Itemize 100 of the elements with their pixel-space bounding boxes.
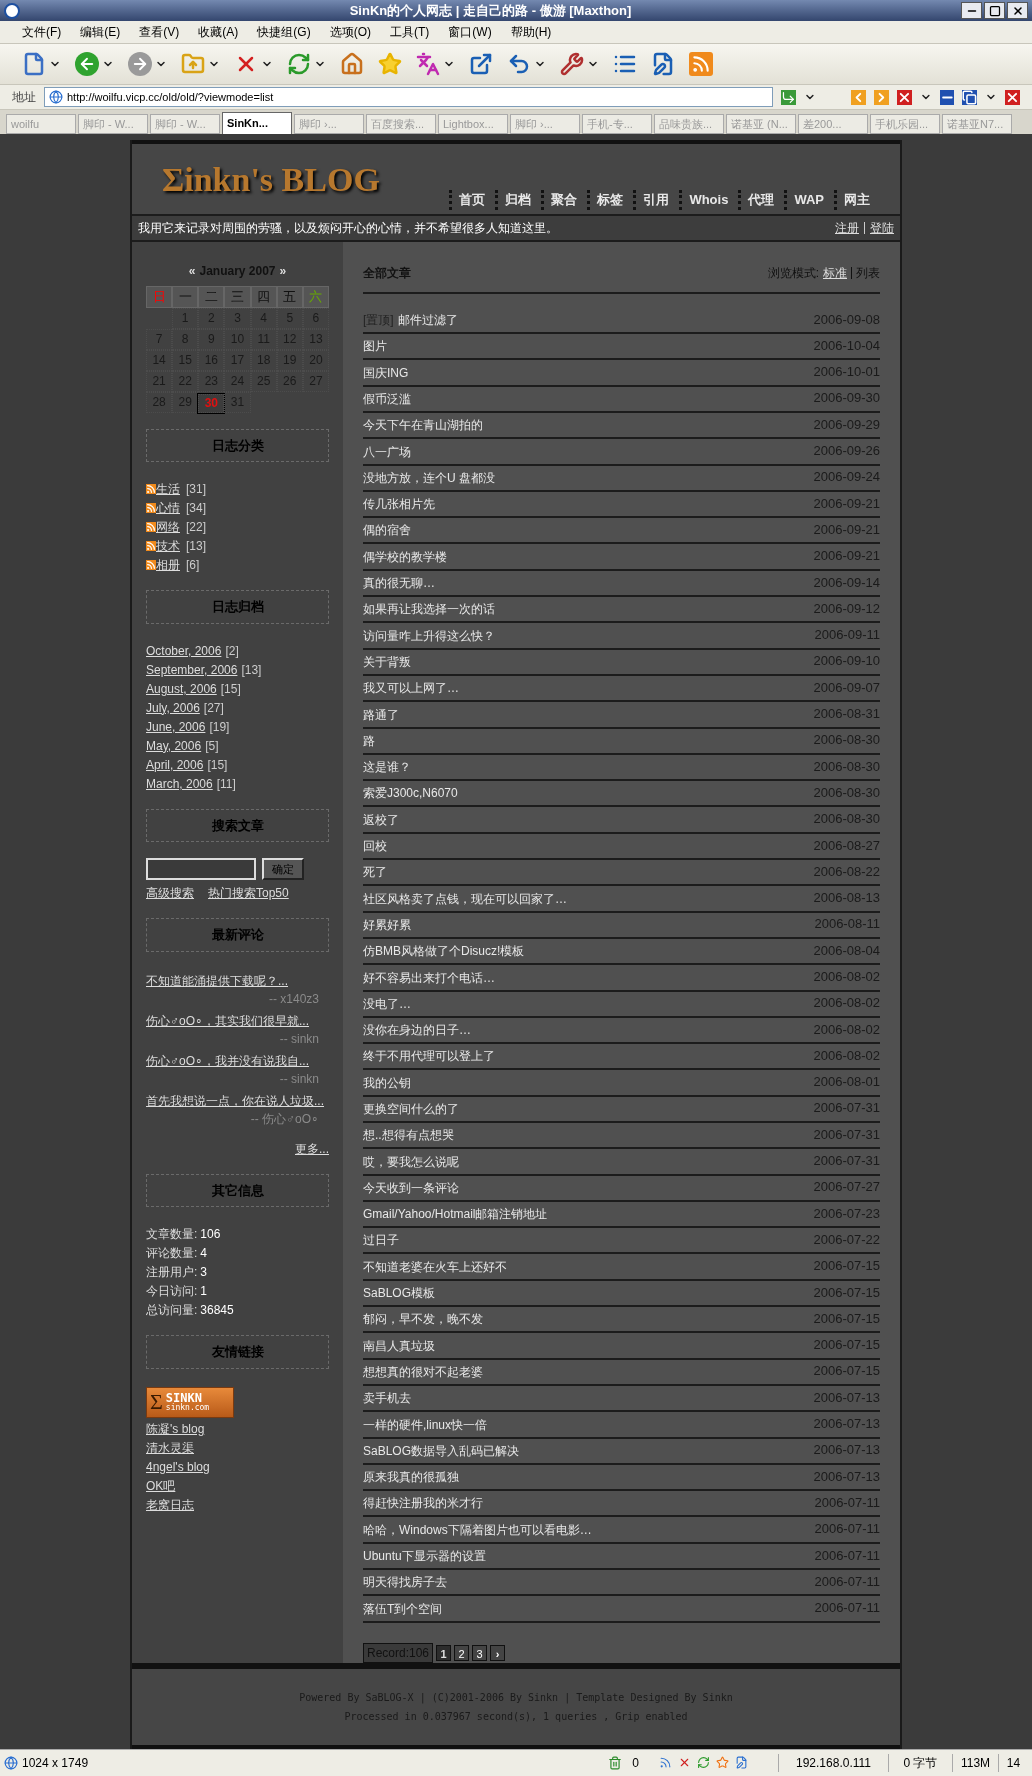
article-link[interactable]: 邮件过滤了 [397,311,458,330]
tools-icon[interactable] [560,51,584,76]
article-link[interactable]: 路 [363,731,375,750]
menu-item[interactable]: 编辑(E) [80,23,121,42]
nav-link[interactable]: 归档 [495,190,532,210]
article-link[interactable]: 如果再让我选择一次的话 [363,600,495,619]
article-link[interactable]: 今天收到一条评论 [363,1178,459,1197]
edit-icon[interactable] [735,1756,748,1770]
menu-item[interactable]: 工具(T) [390,23,430,42]
close-button[interactable] [1007,2,1028,20]
comment-link[interactable]: 伤心♂oO∘，其实我们很早就... [146,1011,329,1030]
friend-link[interactable]: 清水灵渠 [146,1438,194,1457]
article-link[interactable]: 索爱J300c,N6070 [363,784,458,803]
friend-link[interactable]: OK吧 [146,1476,176,1495]
nav-link[interactable]: WAP [784,190,824,210]
star-icon[interactable] [716,1756,729,1770]
article-link[interactable]: 没电了… [363,994,411,1013]
comment-link[interactable]: 不知道能涌提供下载呢？... [146,971,329,990]
article-link[interactable]: 卖手机去 [363,1389,411,1408]
archive-link[interactable]: May, 2006 [146,736,202,755]
comment-link[interactable]: 首先我想说一点，你在说人垃圾... [146,1091,329,1110]
rss-icon[interactable] [146,541,156,552]
article-link[interactable]: 社区风格卖了点钱，现在可以回家了… [363,889,567,908]
article-link[interactable]: 落伍T到个空间 [363,1599,443,1618]
menu-item[interactable]: 查看(V) [139,23,180,42]
article-link[interactable]: 没你在身边的日子… [363,1021,471,1040]
address-field[interactable]: http://woilfu.vicp.cc/old/old/?viewmode=list [44,87,773,108]
article-link[interactable]: 不知道老婆在火车上还好不 [363,1257,507,1276]
article-link[interactable]: 真的很无聊… [363,574,435,593]
article-link[interactable]: SaBLOG模板 [363,1284,436,1303]
restore-tab-icon[interactable] [962,89,978,105]
article-link[interactable]: 访问量咋上升得这么快？ [363,626,495,645]
star-icon[interactable] [378,51,402,76]
friend-link[interactable]: 老窝日志 [146,1495,194,1514]
article-link[interactable]: 郁闷，早不发，晚不发 [363,1310,483,1329]
article-link[interactable]: 关于背叛 [363,652,411,671]
article-link[interactable]: 我的公钥 [363,1073,411,1092]
close-icon[interactable] [1005,89,1020,105]
article-link[interactable]: 死了 [363,863,387,882]
rss-icon[interactable] [146,522,156,533]
page-button[interactable]: 3 [472,1644,488,1661]
go-icon[interactable] [781,89,796,105]
article-link[interactable]: 一样的硬件,linux快一倍 [363,1415,487,1434]
comment-link[interactable]: 伤心♂oO∘，我并没有说我自... [146,1051,329,1070]
article-link[interactable]: 明天得找房子去 [363,1573,447,1592]
article-link[interactable]: 南昌人真垃圾 [363,1336,435,1355]
minimize-tab-icon[interactable] [939,89,955,105]
article-link[interactable]: 偶学校的教学楼 [363,547,447,566]
article-link[interactable]: 我又可以上网了… [363,679,459,698]
article-link[interactable]: 原来我真的很孤独 [363,1468,459,1487]
refresh-icon[interactable] [697,1756,710,1770]
search-link[interactable]: 高级搜索 [146,884,194,903]
rss-icon[interactable] [146,484,156,495]
article-link[interactable]: 更换空间什么的了 [363,1100,459,1118]
article-link[interactable]: 偶的宿舍 [363,521,411,540]
translate-icon[interactable] [416,51,440,76]
page-button[interactable]: 1 [436,1644,452,1661]
nav-link[interactable]: 引用 [633,190,670,210]
article-link[interactable]: 国庆ING [363,363,409,382]
article-link[interactable]: 八一广场 [363,442,411,461]
menu-item[interactable]: 快捷组(G) [257,23,311,42]
article-link[interactable]: 传几张相片先 [363,495,435,514]
menu-item[interactable]: 帮助(H) [510,23,552,42]
article-link[interactable]: 没地方放，连个U 盘都没 [363,468,495,487]
rss-icon[interactable] [146,503,156,514]
minimize-button[interactable] [961,2,982,20]
page-button[interactable]: 2 [454,1644,470,1661]
menu-item[interactable]: 收藏(A) [198,23,239,42]
close-tab-icon[interactable] [897,89,912,105]
window-icon[interactable] [469,51,493,76]
category-link[interactable]: 网络 [156,518,180,537]
article-link[interactable]: 想..想得有点想哭 [363,1126,454,1145]
article-link[interactable]: Gmail/Yahoo/Hotmail邮箱注销地址 [363,1205,548,1224]
next-month-link[interactable]: » [279,261,287,280]
article-link[interactable]: 返校了 [363,810,399,829]
edit-icon[interactable] [651,51,675,76]
menu-item[interactable]: 文件(F) [22,23,62,42]
category-link[interactable]: 生活 [156,480,180,499]
archive-link[interactable]: August, 2006 [146,679,217,698]
menu-item[interactable]: 选项(O) [329,23,371,42]
article-link[interactable]: 假币泛滥 [363,389,411,408]
category-link[interactable]: 技术 [156,537,180,556]
maximize-button[interactable] [984,2,1005,20]
archive-link[interactable]: September, 2006 [146,660,238,679]
article-link[interactable]: 回校 [363,837,387,855]
view-mode-link[interactable]: 标准 [823,263,847,282]
article-link[interactable]: 仿BMB风格做了个Disucz!模板 [363,942,525,961]
article-link[interactable]: 得赶快注册我的米才行 [363,1494,483,1513]
home-icon[interactable] [340,51,364,76]
article-link[interactable]: 过日子 [363,1231,399,1250]
nav-link[interactable]: 标签 [587,190,624,210]
nav-link[interactable]: 网主 [834,190,870,210]
article-link[interactable]: Ubuntu下显示器的设置 [363,1547,486,1566]
register-link[interactable]: 注册 [835,218,859,237]
menu-item[interactable]: 窗口(W) [448,23,492,42]
friend-link[interactable]: 4ngel's blog [146,1457,210,1476]
next-page-button[interactable]: › [490,1644,506,1661]
previous-month-link[interactable]: « [188,261,196,280]
trash-icon[interactable] [608,1755,623,1770]
category-link[interactable]: 相册 [156,556,180,575]
